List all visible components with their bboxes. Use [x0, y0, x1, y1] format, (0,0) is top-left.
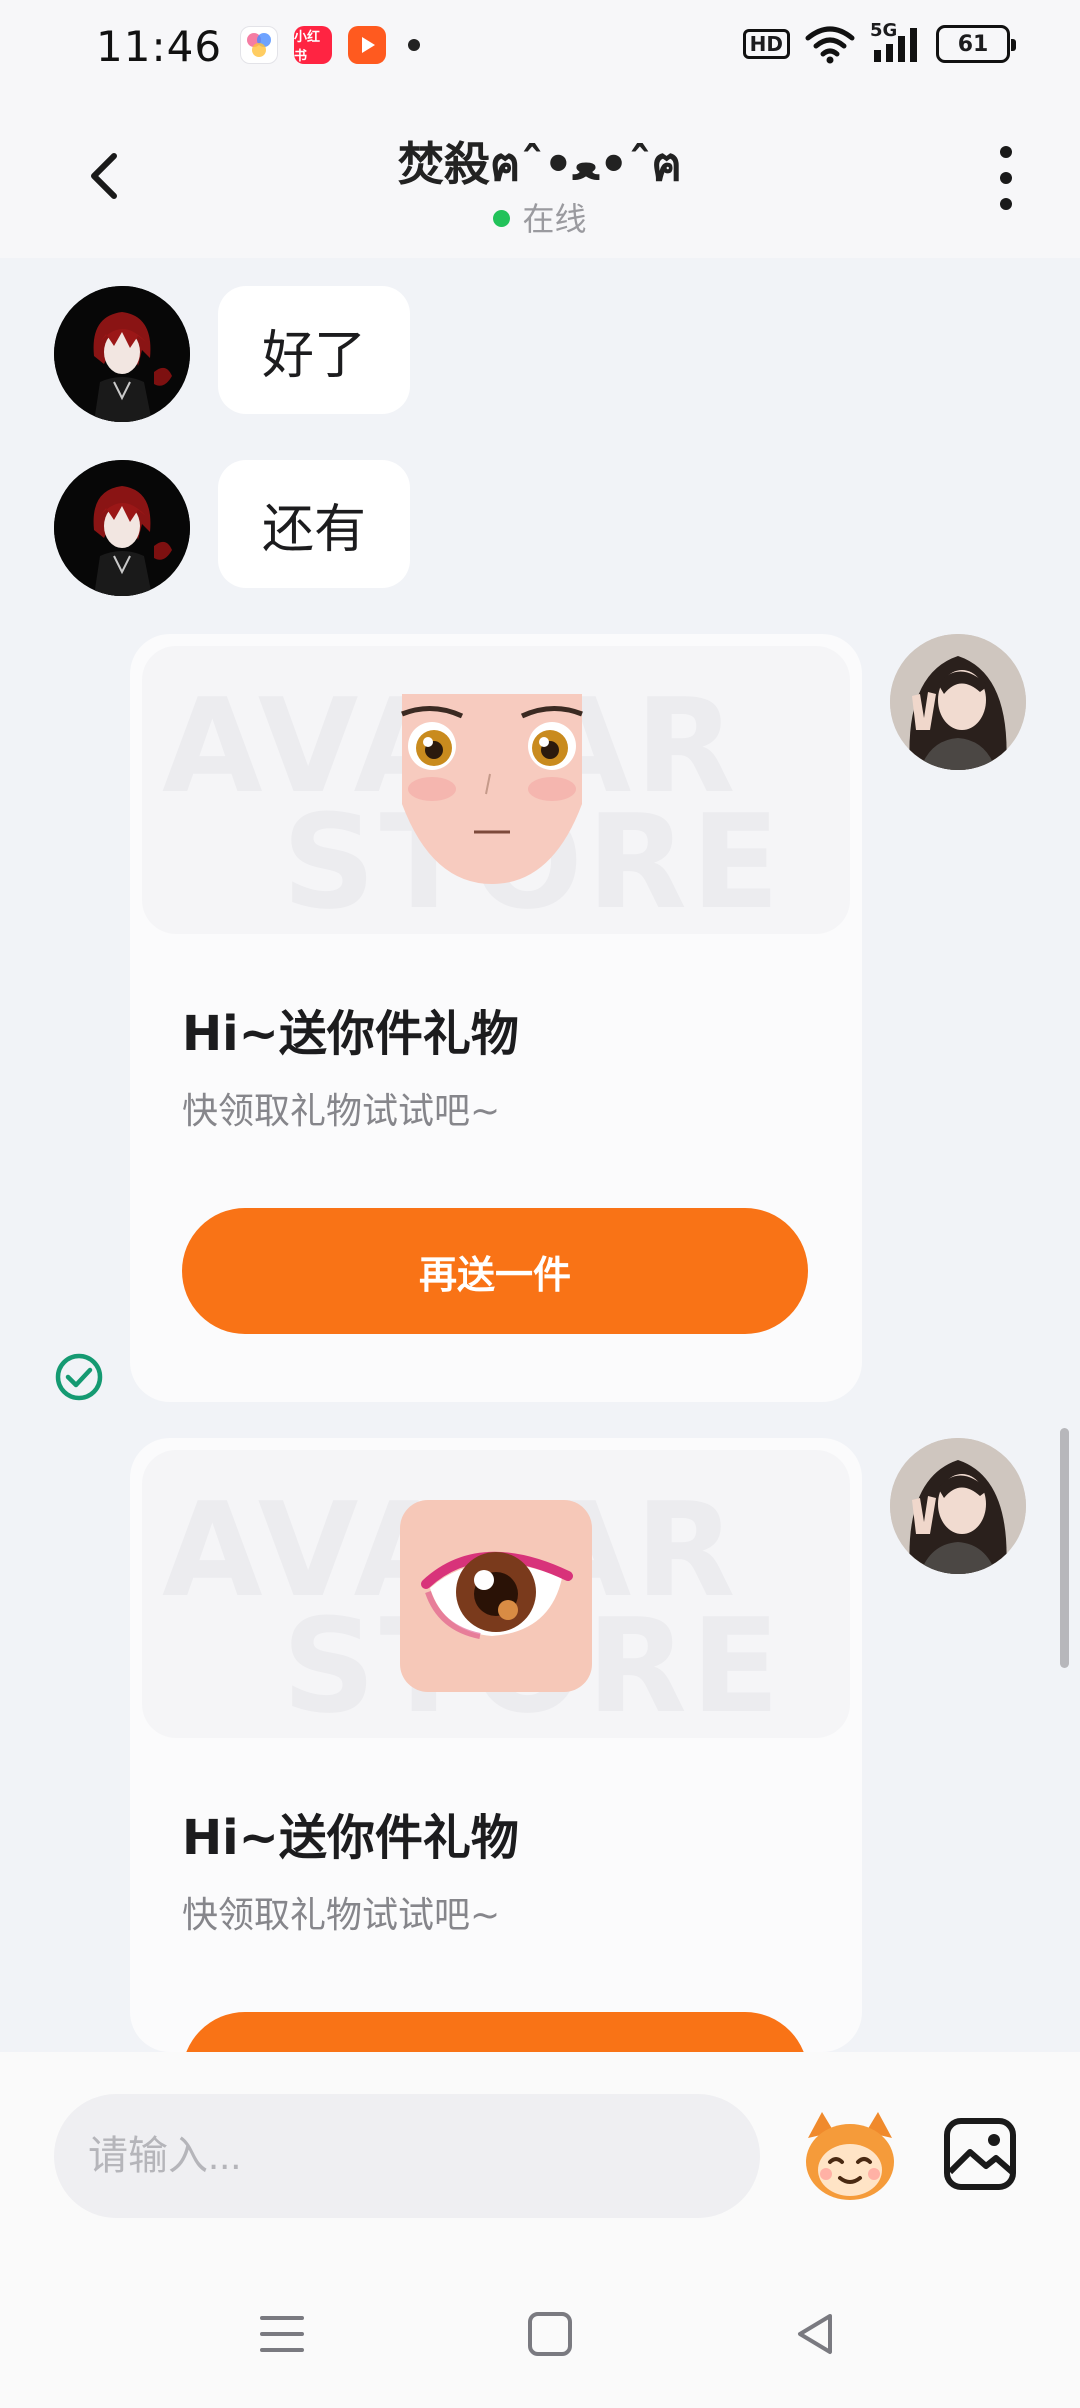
- system-navigation-bar: [0, 2290, 1080, 2380]
- anime-eye-gift-icon: [400, 1500, 592, 1692]
- delivered-check-icon: [55, 1353, 103, 1401]
- gift-card[interactable]: AVATAR STORE Hi~送你件礼物 快领取礼物试试吧~: [130, 1438, 862, 2052]
- my-avatar[interactable]: [890, 1438, 1026, 1574]
- input-bar: [0, 2052, 1080, 2408]
- xiaohongshu-app-label: 小红书: [294, 30, 321, 64]
- home-icon[interactable]: [520, 2304, 580, 2364]
- gift-card-subtitle: 快领取礼物试试吧~: [182, 1895, 501, 1936]
- video-app-icon: [348, 26, 386, 64]
- anime-face-gift-icon: [401, 694, 583, 884]
- message-input[interactable]: [54, 2094, 760, 2218]
- online-dot-icon: [493, 209, 511, 227]
- my-avatar[interactable]: [890, 634, 1026, 770]
- xiaohongshu-app-icon: 小红书: [294, 26, 332, 64]
- hd-icon: HD: [742, 29, 790, 59]
- chat-title: 焚殺ฅˆ•ﻌ•ˆฅ: [397, 137, 683, 191]
- cellular-signal-icon: 5G: [870, 20, 922, 64]
- status-app-icons: 小红书: [240, 26, 420, 64]
- scrollbar[interactable]: [1060, 1428, 1069, 1668]
- mascot-emoji-icon[interactable]: [800, 2108, 900, 2204]
- gift-card-title: Hi~送你件礼物: [182, 1810, 519, 1866]
- status-indicators: HD 5G 61: [742, 20, 1016, 64]
- chat-header: 焚殺ฅˆ•ﻌ•ˆฅ 在线: [0, 100, 1080, 258]
- send-another-button[interactable]: 再送一件: [182, 1208, 808, 1334]
- online-status-label: 在线: [522, 200, 587, 238]
- battery-icon: 61: [936, 25, 1016, 63]
- more-dot-icon: [1000, 172, 1012, 184]
- message-bubble[interactable]: 还有: [218, 460, 411, 588]
- back-triangle-icon[interactable]: [786, 2304, 846, 2364]
- gift-card[interactable]: AVATAR STORE Hi~送你件礼物 快领取礼物试试吧~ 再送一件: [130, 634, 862, 1402]
- gift-card-button[interactable]: [182, 2012, 808, 2052]
- battery-level: 61: [957, 31, 989, 57]
- gift-card-subtitle: 快领取礼物试试吧~: [182, 1091, 501, 1132]
- more-dot-icon: [1000, 198, 1012, 210]
- message-text: 还有: [262, 499, 367, 560]
- notification-dot-icon: [408, 39, 420, 51]
- photos-app-icon: [240, 26, 278, 64]
- gift-card-title: Hi~送你件礼物: [182, 1006, 519, 1062]
- wifi-icon: [805, 26, 855, 64]
- more-dot-icon: [1000, 146, 1012, 158]
- gift-image-area: AVATAR STORE: [142, 646, 850, 934]
- menu-icon[interactable]: [252, 2304, 312, 2364]
- more-options-button[interactable]: [986, 146, 1026, 210]
- message-text: 好了: [262, 325, 367, 386]
- status-time: 11:46: [96, 22, 223, 71]
- status-bar: 11:46 小红书 HD 5G 61: [0, 0, 1080, 100]
- online-status: 在线: [0, 194, 1080, 240]
- message-bubble[interactable]: 好了: [218, 286, 411, 414]
- gift-image-area: AVATAR STORE: [142, 1450, 850, 1738]
- contact-avatar[interactable]: [54, 460, 190, 596]
- contact-avatar[interactable]: [54, 286, 190, 422]
- image-picker-icon[interactable]: [942, 2116, 1018, 2192]
